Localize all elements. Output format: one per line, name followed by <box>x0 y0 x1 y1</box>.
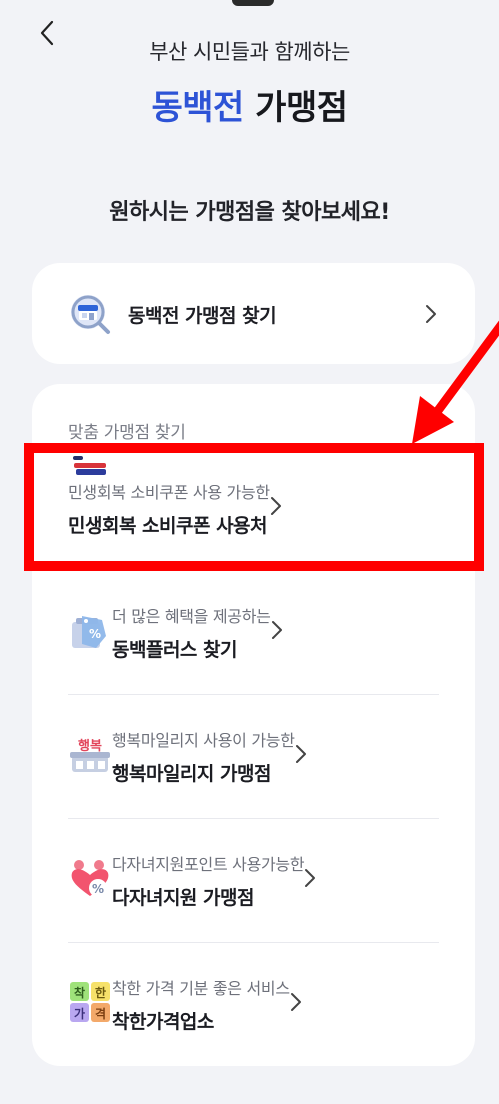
good-price-icon: 착 한 가 격 <box>68 980 112 1028</box>
list-item-dongbaek-plus[interactable]: % 더 많은 혜택을 제공하는 동백플러스 찾기 <box>68 570 439 694</box>
good-price-char-3: 가 <box>74 1006 85 1021</box>
store-search-icon <box>68 292 112 336</box>
list-item-good-price[interactable]: 착 한 가 격 착한 가격 기분 좋은 서비스 착한가격업소 <box>68 942 439 1066</box>
list-item-subtitle: 더 많은 혜택을 제공하는 <box>112 606 271 626</box>
page-title: 동백전 가맹점 <box>0 80 499 129</box>
family-heart-icon: % <box>68 856 112 904</box>
find-store-row[interactable]: 동백전 가맹점 찾기 <box>68 291 441 337</box>
list-item-title: 다자녀지원 가맹점 <box>112 886 254 909</box>
highlight-box <box>24 443 484 571</box>
good-price-char-2: 한 <box>95 985 106 1000</box>
good-price-char-4: 격 <box>95 1006 106 1021</box>
section-label: 맞춤 가맹점 찾기 <box>68 423 186 443</box>
list-item-title: 착한가격업소 <box>112 1010 214 1033</box>
svg-text:%: % <box>89 627 101 641</box>
page: 부산 시민들과 함께하는 동백전 가맹점 원하시는 가맹점을 찾아보세요! 동백… <box>0 0 499 1104</box>
good-price-char-1: 착 <box>74 985 85 1000</box>
red-arrow-annotation <box>412 320 499 444</box>
list-item-subtitle: 다자녀지원포인트 사용가능한 <box>112 854 305 874</box>
list-item-happiness-mileage[interactable]: 행복 행복마일리지 사용이 가능한 행복마일리지 가맹점 <box>68 694 439 818</box>
app-logo-fragment <box>232 0 274 6</box>
chevron-right-icon <box>295 744 307 768</box>
chevron-right-icon <box>290 992 302 1016</box>
list-item-title: 행복마일리지 가맹점 <box>112 762 271 785</box>
discount-tag-icon: % <box>68 608 112 656</box>
hero: 부산 시민들과 함께하는 동백전 가맹점 <box>0 36 499 129</box>
svg-text:%: % <box>92 882 104 896</box>
happiness-store-icon: 행복 <box>68 732 112 780</box>
list-item-subtitle: 착한 가격 기분 좋은 서비스 <box>112 978 290 998</box>
search-prompt: 원하시는 가맹점을 찾아보세요! <box>109 200 390 225</box>
happiness-icon-label: 행복 <box>78 738 102 754</box>
list-item-subtitle: 행복마일리지 사용이 가능한 <box>112 730 295 750</box>
find-store-label: 동백전 가맹점 찾기 <box>128 304 277 327</box>
title-plain: 가맹점 <box>255 88 348 128</box>
list-item-multi-child[interactable]: % 다자녀지원포인트 사용가능한 다자녀지원 가맹점 <box>68 818 439 942</box>
chevron-right-icon <box>271 620 283 644</box>
hero-subtitle: 부산 시민들과 함께하는 <box>149 40 350 64</box>
chevron-right-icon <box>304 868 316 892</box>
title-accent: 동백전 <box>151 88 244 128</box>
list-item-title: 동백플러스 찾기 <box>112 638 237 661</box>
